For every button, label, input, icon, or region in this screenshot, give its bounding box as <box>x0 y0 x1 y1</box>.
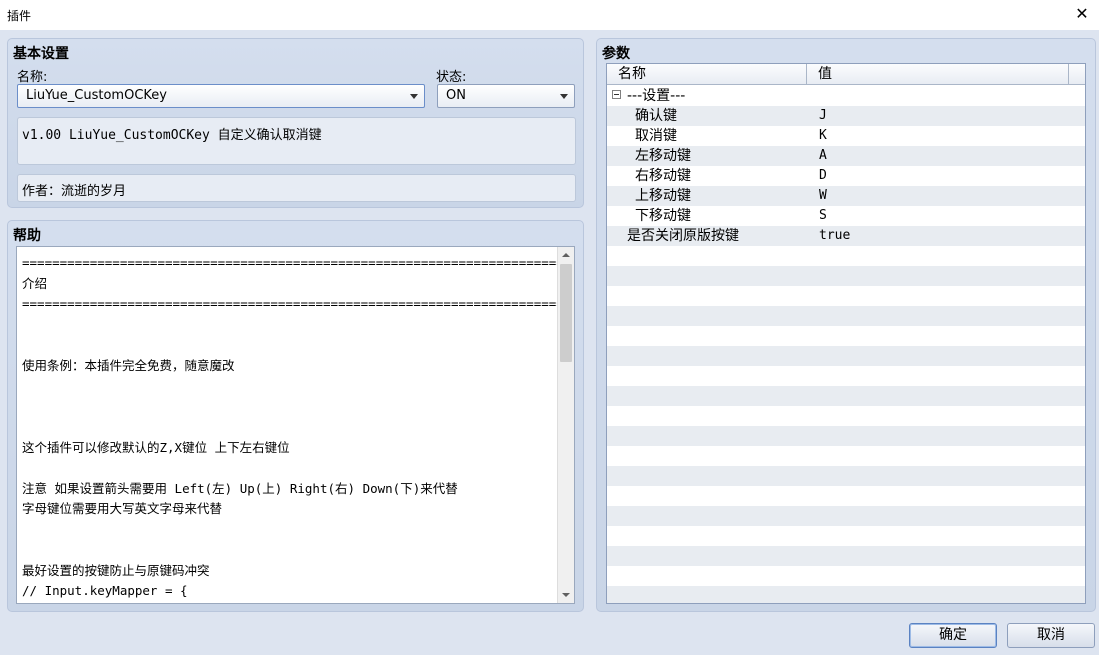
empty-row <box>607 346 1085 366</box>
param-row[interactable]: 左移动键 A <box>607 146 1085 166</box>
empty-row <box>607 266 1085 286</box>
empty-row <box>607 246 1085 266</box>
help-line <box>22 458 557 479</box>
param-name: 右移动键 <box>635 168 691 184</box>
author-field[interactable]: 作者：流逝的岁月 <box>17 174 576 202</box>
help-line <box>22 315 557 336</box>
help-scrollbar[interactable] <box>557 247 574 603</box>
name-label: 名称: <box>17 70 48 85</box>
empty-row <box>607 466 1085 486</box>
help-line <box>22 376 557 397</box>
basic-settings-panel: 基本设置 名称: 状态: LiuYue_CustomOCKey ON v1.00… <box>7 38 584 208</box>
param-name: 下移动键 <box>635 208 691 224</box>
param-row[interactable]: 是否关闭原版按键 true <box>607 226 1085 246</box>
param-name: 上移动键 <box>635 188 691 204</box>
empty-row <box>607 326 1085 346</box>
param-row[interactable]: 右移动键 D <box>607 166 1085 186</box>
help-line: ========================================… <box>22 255 557 270</box>
param-name: ---设置--- <box>627 88 686 104</box>
help-line: 字母键位需要用大写英文字母来代替 <box>22 501 223 516</box>
basic-settings-title: 基本设置 <box>13 46 69 62</box>
name-dropdown-value: LiuYue_CustomOCKey <box>26 88 167 103</box>
param-name: 是否关闭原版按键 <box>627 228 739 244</box>
status-label: 状态: <box>436 70 467 85</box>
empty-row <box>607 506 1085 526</box>
status-dropdown-value: ON <box>446 88 466 103</box>
param-row[interactable]: 确认键 J <box>607 106 1085 126</box>
chevron-down-icon <box>410 94 418 99</box>
param-value[interactable]: D <box>819 166 827 186</box>
help-line: 这个插件可以修改默认的Z,X键位 上下左右键位 <box>22 439 290 455</box>
title-bar: 插件 ✕ <box>0 0 1099 30</box>
params-table: 名称 值 ---设置--- 确认键 J 取消键 K 左移动键 A 右移动键 D 上移动键 W 下移动键… <box>606 63 1086 604</box>
params-table-header: 名称 值 <box>607 64 1085 85</box>
empty-row <box>607 446 1085 466</box>
chevron-down-icon <box>560 94 568 99</box>
help-line <box>22 335 557 356</box>
help-line: ========================================… <box>22 296 557 311</box>
help-line <box>22 417 557 438</box>
params-title: 参数 <box>602 46 630 62</box>
param-name: 确认键 <box>635 108 677 124</box>
help-line <box>22 520 557 541</box>
param-row[interactable]: 上移动键 W <box>607 186 1085 206</box>
empty-row <box>607 566 1085 586</box>
param-value[interactable]: K <box>819 126 827 146</box>
empty-row <box>607 366 1085 386</box>
cancel-button[interactable]: 取消 <box>1007 623 1095 648</box>
column-header-name[interactable]: 名称 <box>607 64 807 85</box>
params-rows: ---设置--- 确认键 J 取消键 K 左移动键 A 右移动键 D 上移动键 W 下移动键 S 是否关闭… <box>607 86 1085 603</box>
scroll-up-icon[interactable] <box>558 247 574 263</box>
help-line <box>22 540 557 561</box>
ok-button[interactable]: 确定 <box>909 623 997 648</box>
name-dropdown[interactable]: LiuYue_CustomOCKey <box>17 84 425 108</box>
help-line <box>22 397 557 418</box>
column-header-value[interactable]: 值 <box>807 64 1069 85</box>
empty-row <box>607 386 1085 406</box>
param-value[interactable]: A <box>819 146 827 166</box>
help-title: 帮助 <box>13 228 41 244</box>
scroll-thumb[interactable] <box>560 264 572 362</box>
empty-row <box>607 426 1085 446</box>
help-line: 最好设置的按键防止与原键码冲突 <box>22 562 210 578</box>
param-row[interactable]: 下移动键 S <box>607 206 1085 226</box>
param-name: 左移动键 <box>635 148 691 164</box>
empty-row <box>607 526 1085 546</box>
collapse-icon[interactable] <box>612 90 621 99</box>
help-content: ========================================… <box>22 253 557 602</box>
empty-row <box>607 406 1085 426</box>
help-line: 使用条例：本插件完全免费，随意魔改 <box>22 357 235 373</box>
empty-row <box>607 546 1085 566</box>
scroll-down-icon[interactable] <box>558 587 574 603</box>
help-line: 注意 如果设置箭头需要用 Left(左) Up(上) Right(右) Down… <box>22 480 458 496</box>
param-name: 取消键 <box>635 128 677 144</box>
empty-row <box>607 306 1085 326</box>
param-value[interactable]: S <box>819 206 827 226</box>
help-line: 介绍 <box>22 275 48 291</box>
help-line: // Input.keyMapper = { <box>22 583 188 598</box>
empty-row <box>607 286 1085 306</box>
window-title: 插件 <box>7 9 32 23</box>
param-row[interactable]: 取消键 K <box>607 126 1085 146</box>
status-dropdown[interactable]: ON <box>437 84 575 108</box>
empty-row <box>607 586 1085 603</box>
empty-row <box>607 486 1085 506</box>
param-value[interactable]: true <box>819 226 850 246</box>
param-value[interactable]: W <box>819 186 827 206</box>
close-icon[interactable]: ✕ <box>1065 0 1099 28</box>
help-textarea[interactable]: ========================================… <box>16 246 575 604</box>
param-row[interactable]: ---设置--- <box>607 86 1085 106</box>
description-field[interactable]: v1.00 LiuYue_CustomOCKey 自定义确认取消键 <box>17 117 576 165</box>
param-value[interactable]: J <box>819 106 827 126</box>
